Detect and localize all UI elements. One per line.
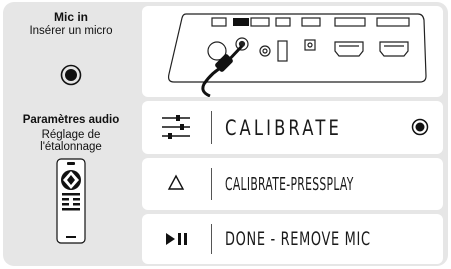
play-pause-icon: [166, 233, 187, 245]
audio-settings-subtitle-2: l'étalonnage: [40, 141, 102, 153]
display-text: CALIBRATE-PRESSPLAY: [225, 173, 354, 195]
left-column: Mic in Insérer un micro Paramètres audio…: [3, 2, 139, 266]
mic-jack-icon: [60, 64, 82, 86]
row-divider: [211, 168, 212, 200]
row-divider: [211, 224, 212, 254]
row-divider: [211, 111, 212, 144]
audio-settings-title: Paramètres audio: [22, 114, 120, 126]
connector-panel-illustration: [167, 13, 427, 98]
display-text: CALIBRATE: [225, 115, 342, 140]
triangle-up-icon: [167, 174, 185, 190]
step-row-done: DONE - REMOVE MIC: [142, 214, 443, 264]
record-dot-icon: [411, 118, 429, 136]
remote-control-icon: [56, 158, 86, 244]
instruction-panel: Mic in Insérer un micro Paramètres audio…: [3, 2, 448, 266]
equalizer-sliders-icon: [162, 115, 190, 139]
step-row-press-play: CALIBRATE-PRESSPLAY: [142, 158, 443, 210]
mic-in-subtitle: Insérer un micro: [29, 25, 113, 37]
mic-in-title: Mic in: [53, 10, 88, 24]
connector-panel-card: [142, 6, 443, 98]
display-text: DONE - REMOVE MIC: [225, 228, 371, 250]
step-row-calibrate: CALIBRATE: [142, 101, 443, 154]
